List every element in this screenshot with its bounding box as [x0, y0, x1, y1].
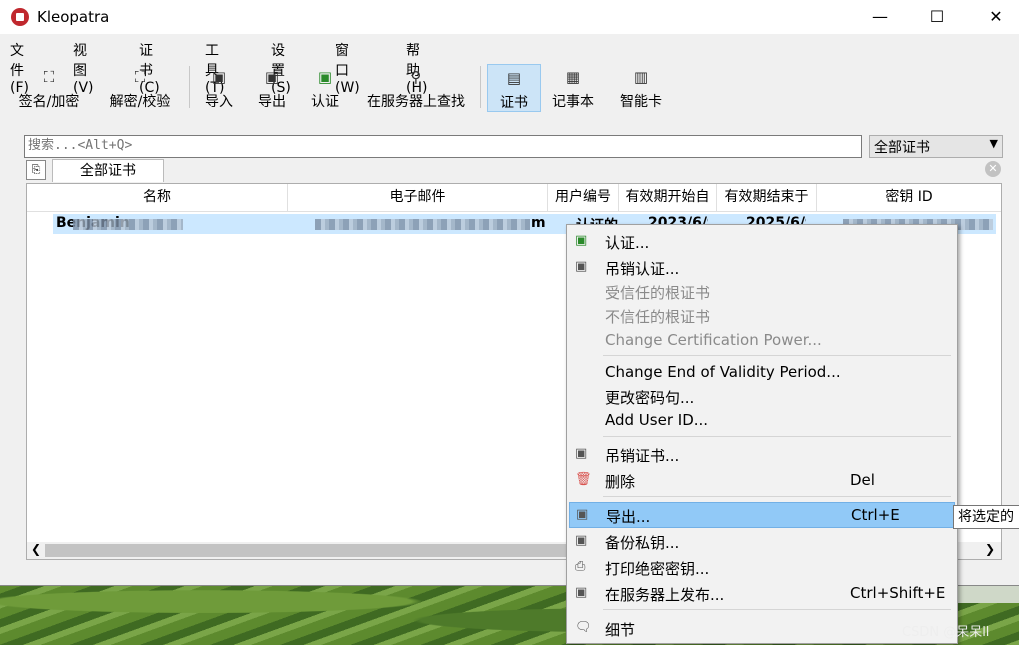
decrypt-verify-icon: ⛶: [134, 68, 146, 86]
tooltip: 将选定的: [953, 505, 1019, 529]
certify-icon: ▣: [575, 233, 588, 248]
new-tab-icon[interactable]: ⎘: [26, 160, 46, 180]
certificate-icon: ▤: [506, 69, 522, 87]
maximize-button[interactable]: ☐: [914, 0, 960, 34]
notepad-button[interactable]: ▦ 记事本: [548, 64, 598, 110]
search-icon: ⚲: [410, 68, 422, 86]
certify-icon: ▣: [317, 68, 333, 86]
scroll-right-icon[interactable]: ❯: [985, 542, 995, 556]
watermark: CSDN @呆呆ll: [902, 625, 990, 640]
toolbar-separator: [480, 66, 481, 108]
menu-item-backup-secret-key[interactable]: ▣ 备份私钥...: [569, 529, 953, 553]
lookup-on-server-button[interactable]: ⚲ 在服务器上查找: [360, 64, 472, 110]
cell-email: m: [531, 215, 546, 231]
import-icon: ▣: [211, 68, 227, 86]
menu-item-details[interactable]: 🗨 细节: [569, 616, 953, 640]
menu-item-trust-root[interactable]: 受信任的根证书: [569, 279, 953, 303]
column-header-name[interactable]: 名称: [27, 184, 288, 212]
backup-icon: ▣: [575, 533, 588, 548]
column-header-key-id[interactable]: 密钥 ID: [817, 184, 1001, 212]
sign-encrypt-icon: ⛶: [43, 68, 55, 86]
menu-separator: [603, 355, 951, 356]
toolbar-separator: [189, 66, 190, 108]
menu-item-change-validity[interactable]: Change End of Validity Period...: [569, 360, 953, 384]
menu-item-revoke-certification[interactable]: ▣ 吊销认证...: [569, 255, 953, 279]
column-header-user-id[interactable]: 用户编号: [548, 184, 619, 212]
menu-item-delete[interactable]: 🗑 删除 Del: [569, 468, 953, 492]
publish-icon: ▣: [575, 585, 588, 600]
column-header-valid-from[interactable]: 有效期开始自: [619, 184, 717, 212]
menu-item-export[interactable]: ▣ 导出... Ctrl+E: [569, 502, 955, 528]
tab-all-certificates[interactable]: 全部证书: [52, 159, 164, 182]
export-button[interactable]: ▣ 导出: [253, 64, 291, 110]
close-button[interactable]: ✕: [973, 0, 1019, 34]
menu-item-certify[interactable]: ▣ 认证...: [569, 229, 953, 253]
certificate-icon: ▣: [575, 259, 588, 274]
menu-separator: [603, 496, 951, 497]
menu-separator: [603, 609, 951, 610]
redacted-name: [73, 219, 183, 230]
title-bar: Kleopatra — ☐ ✕: [0, 0, 1019, 34]
menu-item-revoke-certificate[interactable]: ▣ 吊销证书...: [569, 442, 953, 466]
certificate-icon: ▣: [575, 446, 588, 461]
export-icon: ▣: [576, 507, 589, 522]
menu-item-print-secret-key[interactable]: ⎙ 打印绝密密钥...: [569, 555, 953, 579]
kleopatra-logo-icon: [11, 8, 29, 26]
import-button[interactable]: ▣ 导入: [200, 64, 238, 110]
export-icon: ▣: [264, 68, 280, 86]
menu-item-change-passphrase[interactable]: 更改密码句...: [569, 384, 953, 408]
search-box: [24, 135, 862, 158]
menu-item-change-certification-power[interactable]: Change Certification Power...: [569, 328, 953, 352]
certificate-filter-select[interactable]: 全部证书 ▼: [869, 135, 1003, 158]
smartcard-button[interactable]: ▥ 智能卡: [616, 64, 666, 110]
scrollbar-thumb[interactable]: [45, 544, 593, 557]
minimize-button[interactable]: —: [857, 0, 903, 34]
chevron-down-icon: ▼: [989, 137, 998, 150]
context-menu: ▣ 认证... ▣ 吊销认证... 受信任的根证书 不信任的根证书 Change…: [566, 224, 958, 644]
column-header-email[interactable]: 电子邮件: [288, 184, 548, 212]
scroll-left-icon[interactable]: ❮: [31, 542, 41, 556]
tab-bar: ⎘ 全部证书 ✕: [24, 159, 1004, 182]
notepad-icon: ▦: [565, 68, 581, 86]
menu-separator: [603, 436, 951, 437]
details-icon: 🗨: [575, 620, 592, 635]
close-tab-icon[interactable]: ✕: [985, 161, 1001, 177]
certify-button[interactable]: ▣ 认证: [306, 64, 344, 110]
column-header-valid-until[interactable]: 有效期结束于: [717, 184, 817, 212]
decrypt-verify-button[interactable]: ⛶ 解密/校验: [103, 64, 177, 110]
redacted-email: [315, 219, 530, 230]
search-input[interactable]: [25, 136, 861, 155]
toolbar: ⛶ 签名/加密 ⛶ 解密/校验 ▣ 导入 ▣ 导出 ▣ 认证 ⚲ 在服务器上查找…: [0, 64, 1019, 112]
trash-icon: 🗑: [575, 472, 592, 487]
menu-item-distrust-root[interactable]: 不信任的根证书: [569, 303, 953, 327]
menu-item-publish-on-server[interactable]: ▣ 在服务器上发布... Ctrl+Shift+E: [569, 581, 953, 605]
smartcard-icon: ▥: [633, 68, 649, 86]
certificates-view-button[interactable]: ▤ 证书: [487, 64, 541, 112]
sign-encrypt-button[interactable]: ⛶ 签名/加密: [12, 64, 86, 110]
window-title: Kleopatra: [37, 8, 110, 26]
menu-item-add-user-id[interactable]: Add User ID...: [569, 408, 953, 432]
printer-icon: ⎙: [575, 559, 586, 574]
